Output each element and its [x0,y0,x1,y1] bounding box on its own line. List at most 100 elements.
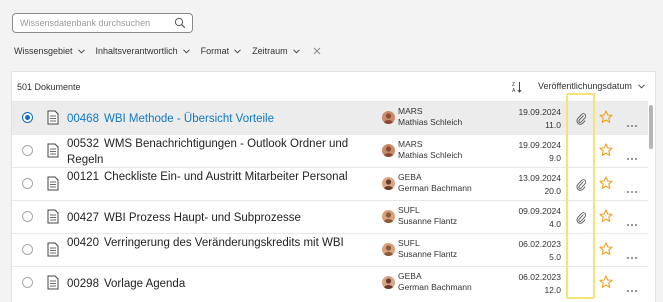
filter-bar: Wissensgebiet Inhaltsverantwortlich Form… [14,43,321,59]
owner-name: Mathias Schleich [398,150,463,160]
sort-descending-icon[interactable]: Z A [512,81,522,93]
owner-name: German Bachmann [398,282,472,292]
row-select-radio[interactable] [22,211,33,222]
owner-code: GEBA [398,172,422,182]
chevron-down-icon [182,48,190,54]
table-row[interactable]: 00468 WBI Methode - Übersicht Vorteile MAR… [12,101,648,134]
row-select-radio[interactable] [22,178,33,189]
document-icon [47,209,59,224]
svg-text:A: A [512,88,516,93]
document-icon [47,275,59,290]
document-icon [47,176,59,191]
favorite-star-icon[interactable] [599,176,613,190]
more-options-icon[interactable] [626,115,638,127]
document-title[interactable]: 00420 Verringerung des Veränderungskredit… [67,235,377,251]
owner-code: MARS [398,106,423,116]
owner-code: SUFL [398,238,420,248]
filter-inhaltsverantwortlich[interactable]: Inhaltsverantwortlich [96,46,190,56]
document-count: 501 Dokumente [17,82,81,92]
table-row[interactable]: 00121 Checkliste Ein- und Austritt Mitarb… [12,167,648,200]
chevron-down-icon [77,48,85,54]
favorite-star-icon[interactable] [599,110,613,124]
document-title-text: WBI Methode - Übersicht Vorteile [104,113,275,125]
document-title[interactable]: 00532 WMS Benachrichtigungen - Outlook Or… [67,136,377,168]
owner-name: Mathias Schleich [398,117,463,127]
owner-code: SUFL [398,205,420,215]
document-title-text: WMS Benachrichtigungen - Outlook Ordner … [67,138,349,166]
document-icon [47,143,59,158]
clear-filters-icon[interactable] [313,47,321,55]
search-box[interactable] [12,13,193,33]
sort-label: Veröffentlichungsdatum [538,81,632,91]
more-options-icon[interactable] [626,148,638,160]
filter-format[interactable]: Format [201,46,242,56]
row-select-radio[interactable] [22,244,33,255]
document-title[interactable]: 00427 WBI Prozess Haupt- und Subprozesse [67,210,377,226]
favorite-star-icon[interactable] [599,242,613,256]
publish-date: 09.09.2024 [518,206,561,216]
avatar [382,210,395,223]
filter-label: Inhaltsverantwortlich [95,46,178,56]
publish-date: 06.02.2023 [518,239,561,249]
more-options-icon[interactable] [626,280,638,292]
document-title[interactable]: 00298 Vorlage Agenda [67,276,377,292]
avatar [382,276,395,289]
document-title[interactable]: 00121 Checkliste Ein- und Austritt Mitarb… [67,169,377,185]
more-options-icon[interactable] [626,181,638,193]
attachment-icon[interactable] [576,211,587,224]
more-options-icon[interactable] [626,214,638,226]
favorite-star-icon[interactable] [599,209,613,223]
version-number: 11.0 [545,120,561,130]
publish-date: 06.02.2023 [518,272,561,282]
chevron-down-icon [638,83,645,89]
table-row[interactable]: 00427 WBI Prozess Haupt- und Subprozesse S… [12,200,648,233]
document-number: 00121 [67,171,99,183]
row-select-radio[interactable] [22,277,33,288]
owner-name: German Bachmann [398,183,472,193]
chevron-down-icon [234,48,241,54]
filter-label: Zeitraum [252,46,288,56]
publish-date: 19.09.2024 [518,140,561,150]
owner-name: Susanne Flantz [398,216,458,226]
version-number: 4.0 [549,219,561,229]
document-title-text: Checkliste Ein- und Austritt Mitarbeiter… [104,171,348,183]
filter-label: Format [200,46,230,56]
row-select-radio[interactable] [22,145,33,156]
more-options-icon[interactable] [626,247,638,259]
document-icon [47,110,59,125]
filter-wissensgebiet[interactable]: Wissensgebiet [14,46,85,56]
avatar [382,144,395,157]
favorite-star-icon[interactable] [599,275,613,289]
document-number: 00420 [67,237,99,249]
version-number: 12.0 [544,285,561,295]
scrollbar[interactable] [648,101,654,302]
owner-code: GEBA [398,271,422,281]
avatar [382,243,395,256]
attachment-icon[interactable] [576,178,587,191]
version-number: 20.0 [544,186,561,196]
filter-zeitraum[interactable]: Zeitraum [252,46,300,56]
document-number: 00427 [67,212,99,224]
search-input[interactable] [20,16,170,30]
row-select-radio[interactable] [22,112,33,123]
table-row[interactable]: 00532 WMS Benachrichtigungen - Outlook Or… [12,134,648,167]
filter-label: Wissensgebiet [14,46,73,56]
publish-date: 19.09.2024 [518,107,561,117]
attachment-icon[interactable] [576,112,587,125]
table-row[interactable]: 00298 Vorlage Agenda GEBA German Bachmann 06… [12,266,648,299]
document-title-text: Verringerung des Veränderungskredits mit… [104,237,344,249]
version-number: 5.0 [549,252,561,262]
publish-date: 13.09.2024 [518,173,561,183]
version-number: 9.0 [549,153,561,163]
sort-select[interactable]: Veröffentlichungsdatum [538,81,645,91]
document-title[interactable]: 00468 WBI Methode - Übersicht Vorteile [67,111,377,127]
avatar [382,177,395,190]
scrollbar-thumb[interactable] [649,105,653,149]
document-title-text: WBI Prozess Haupt- und Subprozesse [104,212,301,224]
document-list-panel: 501 Dokumente Z A Veröffentlichungsdatum… [11,71,656,302]
table-row[interactable]: 00420 Verringerung des Veränderungskredit… [12,233,648,266]
search-icon[interactable] [174,17,186,29]
document-title-text: Vorlage Agenda [104,278,186,290]
favorite-star-icon[interactable] [599,143,613,157]
document-number: 00468 [67,113,99,125]
